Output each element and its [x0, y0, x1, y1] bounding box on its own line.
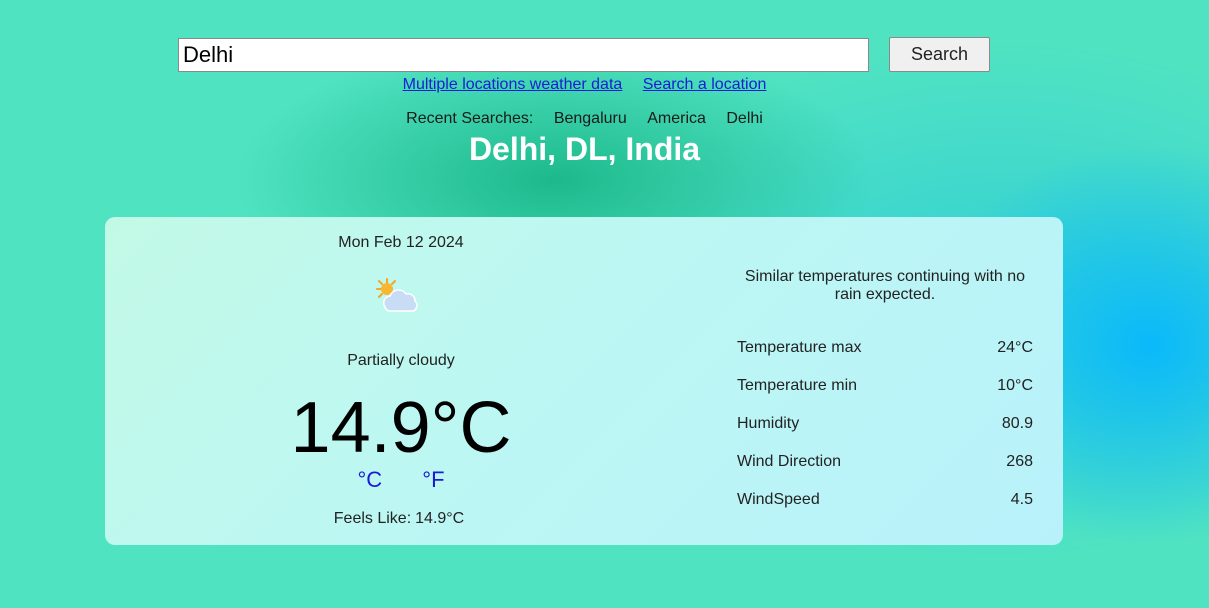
- unit-toggle: °C °F: [105, 467, 697, 493]
- recent-search-item[interactable]: Bengaluru: [554, 110, 627, 127]
- feels-like-value: 14.9°C: [415, 510, 465, 527]
- feels-like-label: Feels Like:: [333, 510, 412, 527]
- stat-row: Wind Direction 268: [737, 453, 1033, 491]
- partly-cloudy-icon: [373, 277, 419, 317]
- stat-label: Temperature max: [737, 339, 862, 356]
- stat-row: WindSpeed 4.5: [737, 491, 1033, 529]
- feels-like: Feels Like: 14.9°C: [105, 510, 697, 528]
- location-title: Delhi, DL, India: [468, 131, 701, 167]
- recent-searches: Recent Searches: Bengaluru America Delhi: [0, 110, 1169, 128]
- stat-row: Temperature max 24°C: [737, 339, 1033, 377]
- stat-label: WindSpeed: [737, 491, 820, 508]
- fahrenheit-button[interactable]: °F: [422, 467, 444, 492]
- stat-label: Temperature min: [737, 377, 858, 394]
- weather-summary: Similar temperatures continuing with no …: [744, 268, 1026, 303]
- stat-value: 10°C: [997, 377, 1033, 394]
- stat-value: 268: [1006, 453, 1033, 470]
- search-button[interactable]: Search: [889, 37, 990, 72]
- stat-value: 4.5: [1010, 491, 1033, 508]
- recent-search-item[interactable]: America: [647, 110, 706, 127]
- multiple-locations-link[interactable]: Multiple locations weather data: [403, 76, 623, 93]
- weather-condition: Partially cloudy: [347, 352, 455, 369]
- forecast-date: Mon Feb 12 2024: [338, 234, 464, 251]
- stat-row: Temperature min 10°C: [737, 377, 1033, 415]
- recent-searches-label: Recent Searches:: [406, 110, 534, 127]
- stat-label: Wind Direction: [737, 453, 842, 470]
- search-input[interactable]: [178, 38, 869, 72]
- stat-value: 24°C: [997, 339, 1033, 356]
- stat-row: Humidity 80.9: [737, 415, 1033, 453]
- recent-search-item[interactable]: Delhi: [726, 110, 762, 127]
- weather-card: Mon Feb 12 2024 Partially cloudy 14.9°C …: [105, 217, 1063, 545]
- weather-stats: Temperature max 24°C Temperature min 10°…: [737, 339, 1033, 529]
- stat-value: 80.9: [1001, 415, 1033, 432]
- current-temperature: 14.9°C: [290, 388, 512, 468]
- search-location-link[interactable]: Search a location: [643, 76, 767, 93]
- nav-links: Multiple locations weather data Search a…: [0, 76, 1169, 94]
- celsius-button[interactable]: °C: [357, 467, 382, 492]
- stat-label: Humidity: [737, 415, 800, 432]
